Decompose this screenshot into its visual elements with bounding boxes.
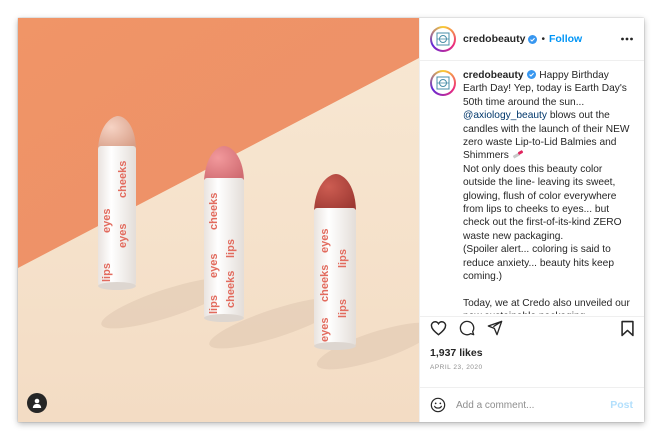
verified-icon	[528, 34, 538, 44]
post-caption: credobeauty Happy Birthday Earth Day! Ye…	[463, 69, 633, 314]
emoji-icon[interactable]	[430, 397, 446, 413]
crayon-label-text: eyes	[117, 224, 129, 248]
crayon-label-text: lips	[337, 299, 349, 318]
crayon-label-text: cheeks	[208, 193, 220, 230]
comment-input[interactable]	[456, 399, 596, 411]
header-username[interactable]: credobeauty	[463, 33, 525, 45]
mention-link[interactable]: @axiology_beauty	[463, 110, 547, 121]
crayon-label-text: lips	[225, 239, 237, 258]
post-side-panel: credobeauty • Follow credobeauty Happy B…	[419, 18, 644, 422]
crayon-label-text: lips	[101, 263, 113, 282]
avatar[interactable]	[430, 70, 456, 96]
caption-username[interactable]: credobeauty	[463, 70, 524, 81]
crayon-label-text: eyes	[319, 318, 331, 342]
crayon-label-text: cheeks	[117, 161, 129, 198]
credo-logo-icon	[436, 32, 450, 46]
header-separator: •	[541, 33, 545, 45]
caption-text: (Spoiler alert... coloring is said to re…	[463, 244, 615, 283]
credo-logo-icon	[436, 76, 450, 90]
crayon-label-text: eyes	[101, 209, 113, 233]
share-icon	[487, 320, 502, 335]
follow-button[interactable]: Follow	[549, 33, 582, 45]
crayon-balmie-pink: cheeks eyes lips lips cheeks	[204, 146, 244, 322]
post-comment-button[interactable]: Post	[610, 399, 633, 411]
crayon-balmie-red: eyes cheeks eyes lips lips	[314, 174, 356, 350]
post-photo[interactable]: eyes lips cheeks eyes cheeks eyes lips l…	[18, 18, 419, 422]
more-icon[interactable]	[620, 32, 634, 46]
likes-count[interactable]: 1,937 likes	[430, 347, 483, 359]
user-tag-button[interactable]	[27, 393, 47, 413]
comment-bar: Post	[420, 387, 644, 422]
crayon-product-image: eyes lips cheeks eyes cheeks eyes lips l…	[18, 18, 419, 422]
crayon-label-text: eyes	[208, 254, 220, 278]
crayon-label-text: eyes	[319, 229, 331, 253]
comment-icon	[459, 320, 474, 335]
avatar[interactable]	[430, 26, 456, 52]
action-bar	[420, 316, 644, 338]
crayon-label-text: cheeks	[225, 271, 237, 308]
post-header: credobeauty • Follow	[420, 18, 644, 61]
bookmark-icon[interactable]	[620, 320, 635, 337]
crayon-shimmer: eyes lips cheeks eyes	[98, 116, 136, 290]
like-button[interactable]	[430, 319, 447, 336]
post-date[interactable]: APRIL 23, 2020	[430, 364, 483, 371]
caption-scroll-area[interactable]: credobeauty Happy Birthday Earth Day! Ye…	[420, 62, 644, 314]
crayon-label-text: lips	[208, 295, 220, 314]
caption-text: Not only does this beauty color outside …	[463, 163, 622, 242]
crayon-label-text: lips	[337, 249, 349, 268]
caption-text: Today, we at Credo also unveiled our new…	[463, 297, 630, 314]
lipstick-emoji-icon	[512, 150, 523, 159]
crayon-label-text: cheeks	[319, 265, 331, 302]
comment-button[interactable]	[458, 319, 475, 336]
instagram-post-card: eyes lips cheeks eyes cheeks eyes lips l…	[18, 18, 644, 422]
heart-icon	[430, 320, 447, 336]
user-tag-icon	[32, 398, 42, 408]
share-button[interactable]	[486, 319, 503, 336]
